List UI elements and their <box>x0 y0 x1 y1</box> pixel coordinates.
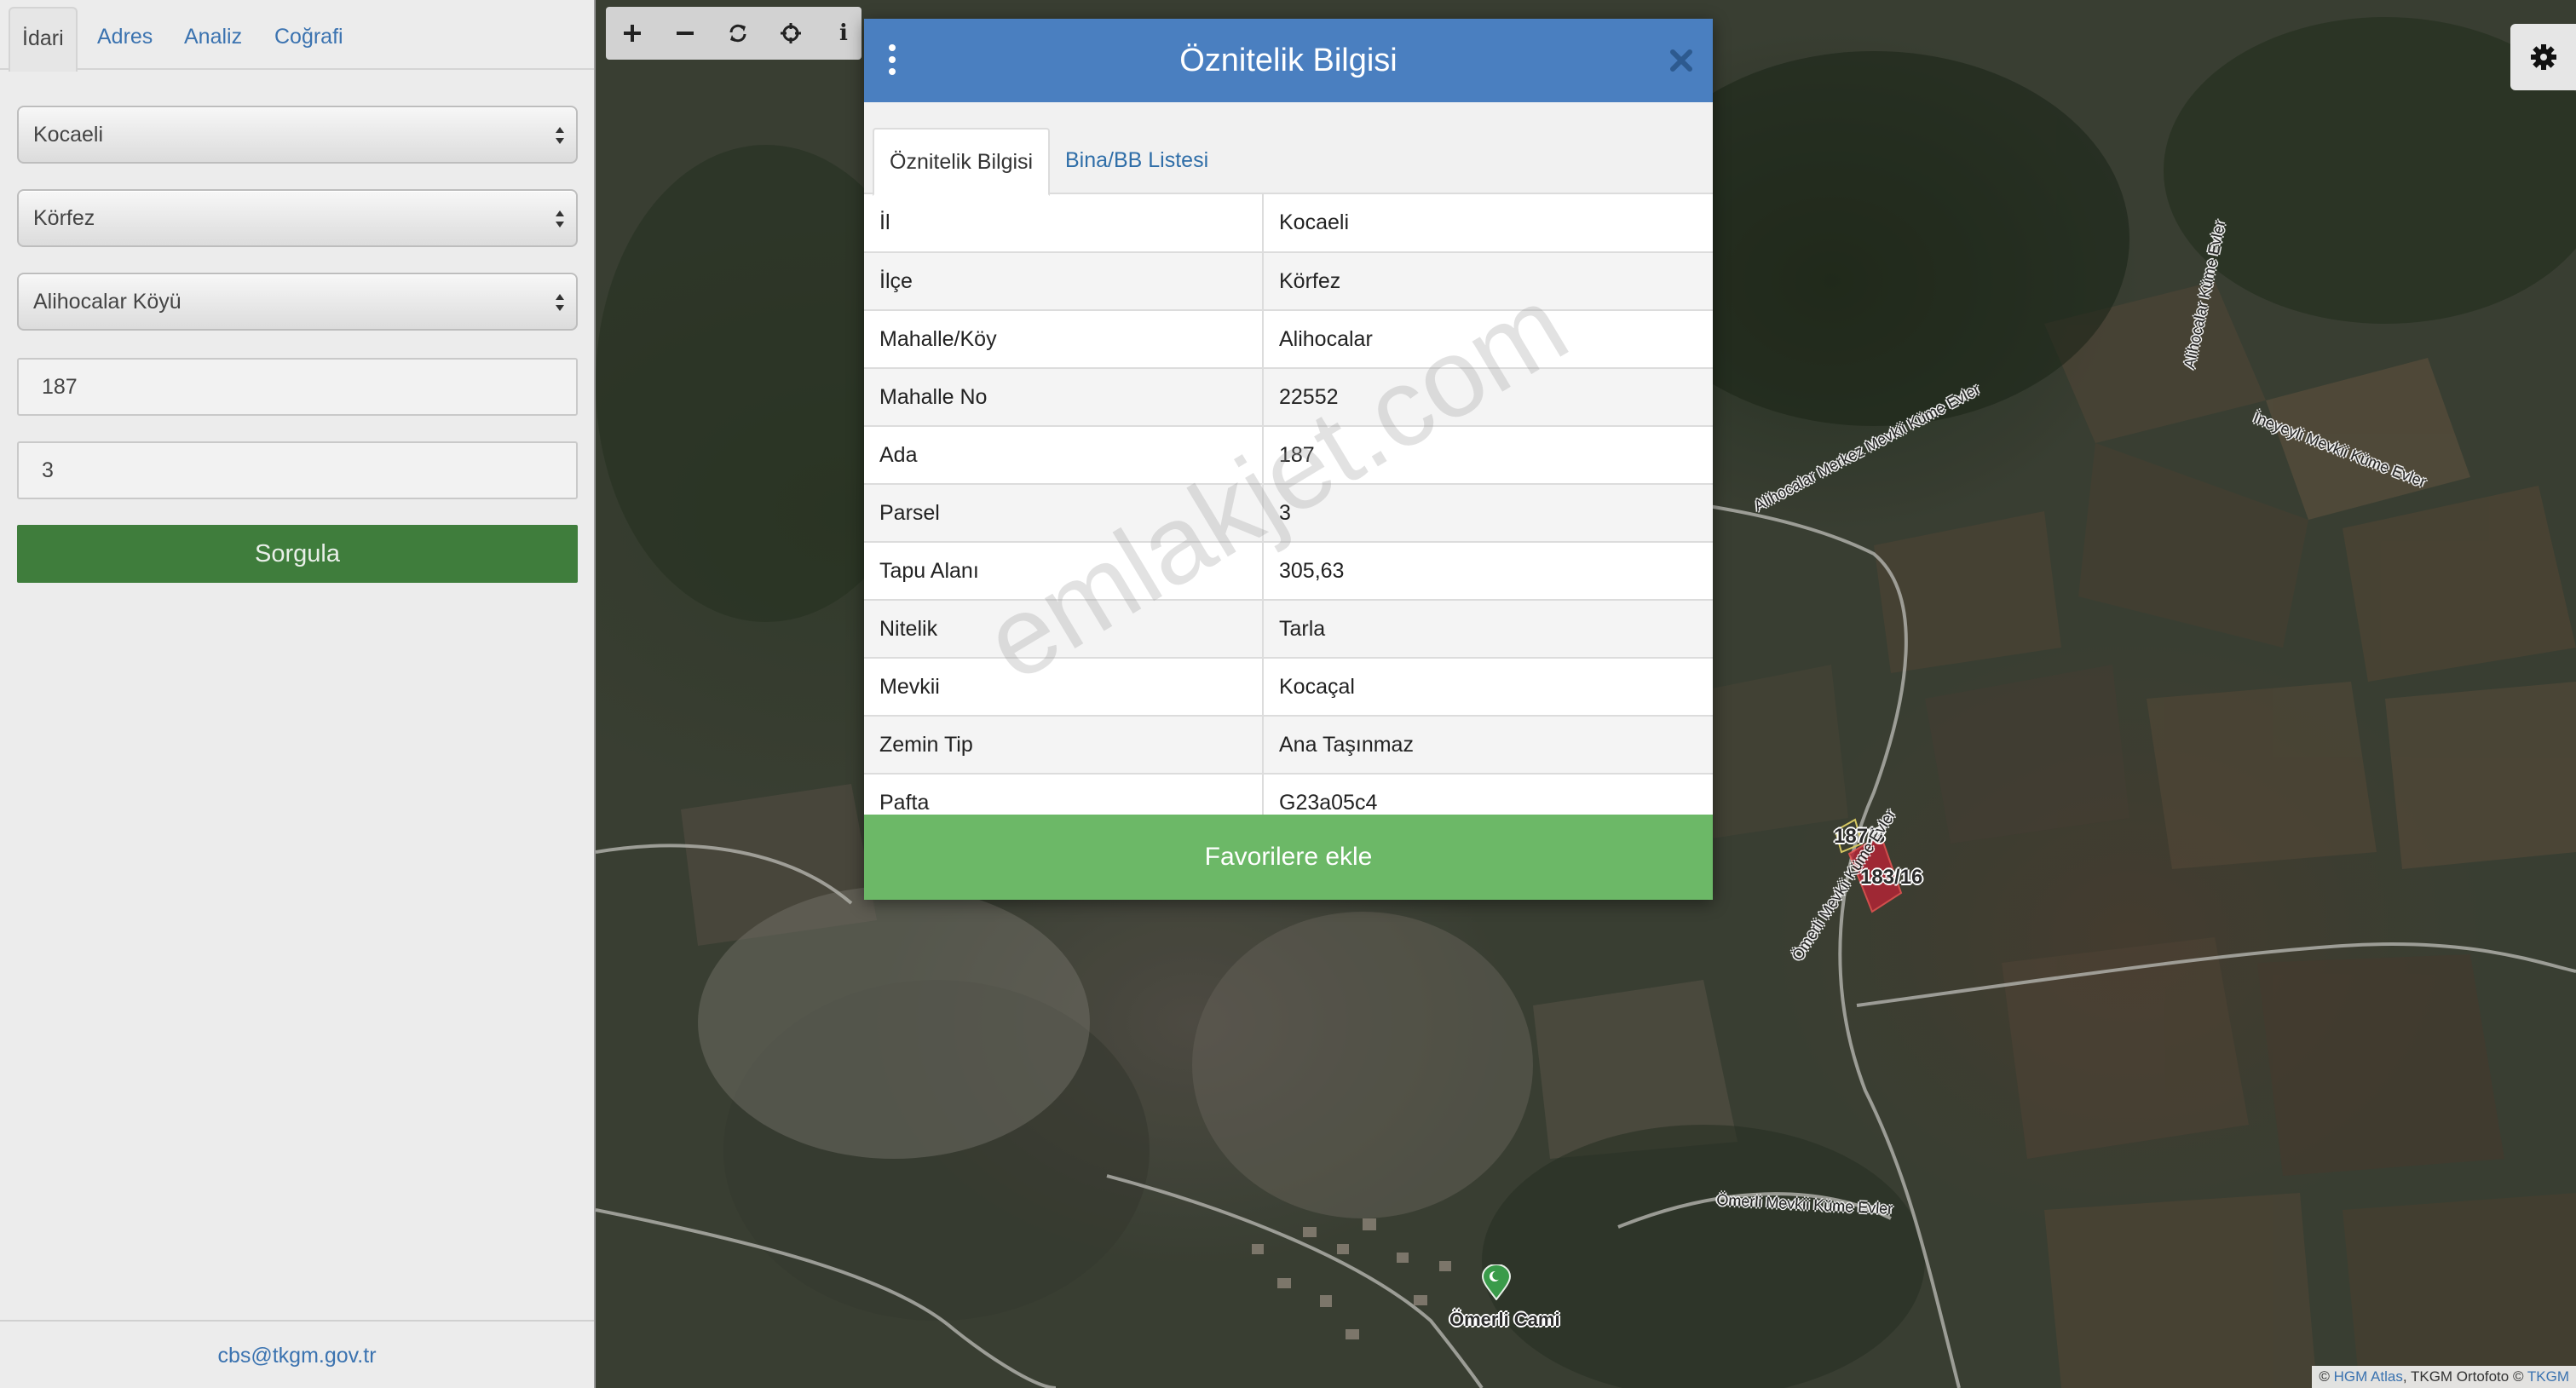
attribute-table: İl Kocaeli İlçe Körfez Mahalle/Köy Alihocal… <box>864 194 1713 832</box>
table-row: Zemin Tip Ana Taşınmaz <box>864 716 1713 775</box>
zoom-out-button[interactable] <box>659 7 712 60</box>
attribution-prefix: © <box>2319 1368 2330 1385</box>
modal-tabs: Öznitelik Bilgisi Bina/BB Listesi <box>864 102 1713 196</box>
row-value: 305,63 <box>1263 542 1713 601</box>
zoom-out-icon <box>677 32 694 35</box>
table-row: Parsel 3 <box>864 484 1713 543</box>
tab-adres[interactable]: Adres <box>85 7 164 70</box>
row-value: Körfez <box>1263 252 1713 311</box>
info-icon: i <box>839 20 848 46</box>
row-key: Zemin Tip <box>864 716 1264 775</box>
query-button[interactable]: Sorgula <box>17 525 578 583</box>
vertical-dots-menu-icon[interactable] <box>881 43 903 77</box>
district-select[interactable]: Körfez <box>17 189 578 247</box>
tab-building-list[interactable]: Bina/BB Listesi <box>1050 128 1224 194</box>
province-select-value: Kocaeli <box>33 123 103 147</box>
parcel-label-secondary: 183/16 <box>1860 866 1923 889</box>
footer-email-link[interactable]: cbs@tkgm.gov.tr <box>0 1320 594 1388</box>
row-key: Nitelik <box>864 600 1264 659</box>
zoom-in-icon <box>624 25 641 42</box>
add-favorite-button[interactable]: Favorilere ekle <box>864 815 1713 900</box>
row-value: Tarla <box>1263 600 1713 659</box>
attribution-text: , TKGM Ortofoto © <box>2402 1368 2524 1385</box>
gear-icon <box>2530 44 2556 70</box>
modal-title: Öznitelik Bilgisi <box>1179 43 1397 78</box>
info-button[interactable]: i <box>817 7 870 60</box>
row-key: Mahalle No <box>864 368 1264 427</box>
tab-attribute-info[interactable]: Öznitelik Bilgisi <box>873 128 1051 196</box>
table-row: İlçe Körfez <box>864 252 1713 311</box>
row-key: Parsel <box>864 484 1264 543</box>
refresh-icon <box>729 24 746 43</box>
attribute-info-modal: Öznitelik Bilgisi Öznitelik Bilgisi Bina… <box>864 19 1713 900</box>
modal-header: Öznitelik Bilgisi <box>864 19 1713 102</box>
row-value: Alihocalar <box>1263 310 1713 369</box>
zoom-in-button[interactable] <box>606 7 659 60</box>
row-key: Mevkii <box>864 658 1264 717</box>
neighborhood-select-value: Alihocalar Köyü <box>33 290 182 314</box>
row-value: 22552 <box>1263 368 1713 427</box>
select-arrows-icon <box>556 294 564 311</box>
tab-analiz[interactable]: Analiz <box>172 7 254 70</box>
attribution-link-hgm[interactable]: HGM Atlas <box>2334 1368 2403 1385</box>
row-key: Ada <box>864 426 1264 485</box>
select-arrows-icon <box>556 210 564 227</box>
table-row: Mahalle/Köy Alihocalar <box>864 310 1713 369</box>
map-attribution: © HGM Atlas, TKGM Ortofoto © TKGM <box>2312 1366 2576 1388</box>
row-value: Ana Taşınmaz <box>1263 716 1713 775</box>
locate-button[interactable] <box>764 7 817 60</box>
attribution-link-tkgm[interactable]: TKGM <box>2527 1368 2569 1385</box>
refresh-button[interactable] <box>712 7 764 60</box>
sidebar-tabs: İdari Adres Analiz Coğrafi <box>0 0 594 72</box>
close-icon[interactable] <box>1667 46 1696 75</box>
province-select[interactable]: Kocaeli <box>17 106 578 164</box>
row-key: Tapu Alanı <box>864 542 1264 601</box>
parsel-input[interactable]: 3 <box>17 441 578 499</box>
table-row: Tapu Alanı 305,63 <box>864 542 1713 601</box>
row-key: İl <box>864 194 1264 253</box>
mosque-marker-icon[interactable] <box>1482 1264 1511 1300</box>
row-value: Kocaeli <box>1263 194 1713 253</box>
select-arrows-icon <box>556 127 564 144</box>
table-row: Nitelik Tarla <box>864 600 1713 659</box>
neighborhood-select[interactable]: Alihocalar Köyü <box>17 273 578 331</box>
row-key: Mahalle/Köy <box>864 310 1264 369</box>
poi-label: Ömerli Cami <box>1449 1309 1560 1330</box>
settings-button[interactable] <box>2510 24 2576 90</box>
tab-cografi[interactable]: Coğrafi <box>262 7 355 70</box>
row-value: 187 <box>1263 426 1713 485</box>
row-key: İlçe <box>864 252 1264 311</box>
table-row: Ada 187 <box>864 426 1713 485</box>
tab-idari[interactable]: İdari <box>9 7 78 72</box>
table-row: İl Kocaeli <box>864 194 1713 253</box>
row-value: Kocaçal <box>1263 658 1713 717</box>
left-sidebar: İdari Adres Analiz Coğrafi Kocaeli Körfe… <box>0 0 596 1388</box>
district-select-value: Körfez <box>33 206 95 230</box>
map-toolbar: i <box>606 7 862 60</box>
locate-icon <box>781 23 801 43</box>
ada-input[interactable]: 187 <box>17 358 578 416</box>
table-row: Mahalle No 22552 <box>864 368 1713 427</box>
row-value: 3 <box>1263 484 1713 543</box>
table-row: Mevkii Kocaçal <box>864 658 1713 717</box>
